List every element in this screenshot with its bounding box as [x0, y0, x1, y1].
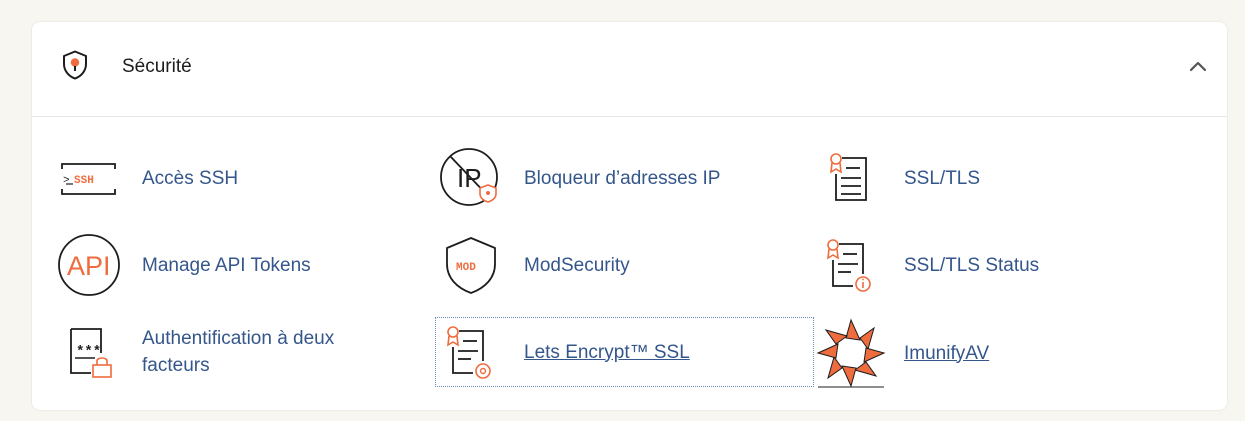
item-label: Bloqueur d’adresses IP [524, 167, 721, 189]
ssh-access-link[interactable]: > SSH Accès SSH [54, 143, 238, 213]
shield-pin-icon [62, 50, 88, 80]
chevron-up-icon[interactable] [1185, 54, 1211, 80]
imunify-av-icon [816, 318, 886, 388]
ssl-tls-status-link[interactable]: SSL/TLS Status [816, 230, 1039, 300]
manage-api-tokens-link[interactable]: API Manage API Tokens [54, 230, 311, 300]
item-label: Accès SSH [142, 167, 239, 189]
certificate-icon [816, 143, 886, 213]
item-label: SSL/TLS [904, 167, 981, 189]
modsecurity-link[interactable]: MOD ModSecurity [436, 230, 630, 300]
item-label: Authentification à deux facteurs [142, 328, 335, 376]
ssh-terminal-icon: > SSH [54, 143, 124, 213]
certificate-status-icon [816, 230, 886, 300]
two-factor-lock-icon: *** [54, 317, 124, 387]
ip-blocker-icon: IP [436, 143, 506, 213]
security-panel: Sécurité > SSH Accès SSH IP Bloqueur d’a… [32, 22, 1227, 410]
lets-encrypt-ssl-link[interactable]: Lets Encrypt™ SSL [435, 317, 814, 387]
api-icon: API [54, 230, 124, 300]
two-factor-auth-link[interactable]: *** Authentification à deux facteurs [54, 317, 402, 387]
item-label: Manage API Tokens [142, 254, 311, 276]
svg-text:SSH: SSH [74, 175, 94, 187]
svg-text:>: > [63, 175, 70, 187]
svg-text:API: API [67, 251, 111, 281]
item-label: ImunifyAV [904, 342, 990, 364]
item-label: ModSecurity [524, 254, 630, 276]
ip-blocker-link[interactable]: IP Bloqueur d’adresses IP [436, 143, 720, 213]
svg-text:IP: IP [457, 163, 482, 193]
ssl-tls-link[interactable]: SSL/TLS [816, 143, 980, 213]
lets-encrypt-certificate-icon [436, 317, 506, 387]
modsecurity-shield-icon: MOD [436, 230, 506, 300]
section-title: Sécurité [122, 56, 192, 77]
imunify-av-link[interactable]: ImunifyAV [816, 318, 989, 388]
item-label: SSL/TLS Status [904, 254, 1040, 276]
svg-text:MOD: MOD [456, 262, 476, 274]
section-header[interactable]: Sécurité [32, 22, 1227, 117]
item-label: Lets Encrypt™ SSL [524, 341, 690, 363]
